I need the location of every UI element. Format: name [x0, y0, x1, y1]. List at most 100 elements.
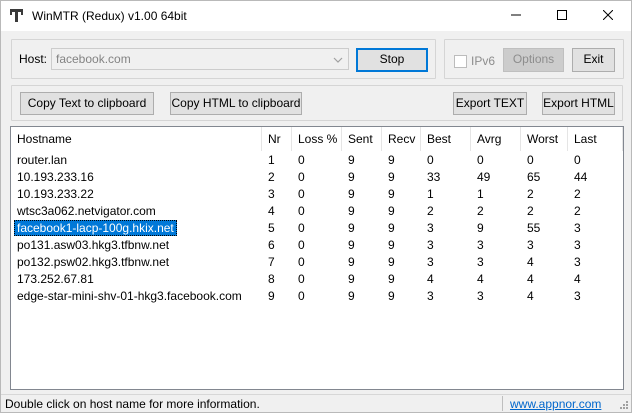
cell-hostname: wtsc3a062.netvigator.com: [17, 204, 156, 218]
cell-sent: 9: [348, 204, 355, 218]
cell-worst: 4: [527, 289, 534, 303]
table-row[interactable]: 173.252.67.81 8 0 9 9 4 4 4 4: [11, 271, 623, 288]
cell-hostname: 10.193.233.22: [17, 187, 94, 201]
cell-nr: 4: [268, 204, 275, 218]
cell-hostname: po131.asw03.hkg3.tfbnw.net: [17, 238, 170, 252]
column-header-sent[interactable]: Sent: [342, 127, 382, 151]
cell-best: 33: [427, 170, 441, 184]
host-value: facebook.com: [56, 52, 131, 66]
trace-results-listview[interactable]: Hostname Nr Loss % Sent Recv Best Avrg Worst Las…: [10, 126, 624, 390]
cell-loss: 0: [298, 289, 305, 303]
column-header-avrg[interactable]: Avrg: [471, 127, 521, 151]
cell-sent: 9: [348, 170, 355, 184]
cell-loss: 0: [298, 272, 305, 286]
cell-avrg: 1: [477, 187, 484, 201]
cell-hostname: 10.193.233.16: [17, 170, 94, 184]
cell-hostname: 173.252.67.81: [17, 272, 94, 286]
resize-grip-icon[interactable]: [617, 398, 629, 410]
cell-recv: 9: [388, 153, 395, 167]
table-row[interactable]: po132.psw02.hkg3.tfbnw.net 7 0 9 9 3 3 4 3: [11, 254, 623, 271]
cell-sent: 9: [348, 289, 355, 303]
cell-nr: 1: [268, 153, 275, 167]
column-header-recv[interactable]: Recv: [382, 127, 421, 151]
table-row[interactable]: router.lan 1 0 9 9 0 0 0 0: [11, 152, 623, 169]
cell-loss: 0: [298, 204, 305, 218]
maximize-button[interactable]: [539, 1, 585, 31]
winmtr-app-icon: [9, 8, 25, 24]
cell-last: 0: [574, 153, 581, 167]
exit-button[interactable]: Exit: [572, 48, 615, 72]
cell-last: 3: [574, 221, 581, 235]
ipv6-label: IPv6: [471, 54, 496, 68]
cell-recv: 9: [388, 204, 395, 218]
cell-last: 2: [574, 204, 581, 218]
column-header-worst[interactable]: Worst: [521, 127, 568, 151]
window-title: WinMTR (Redux) v1.00 64bit: [32, 9, 187, 23]
export-html-button[interactable]: Export HTML: [542, 92, 615, 115]
cell-recv: 9: [388, 289, 395, 303]
cell-hostname: po132.psw02.hkg3.tfbnw.net: [17, 255, 170, 269]
cell-best: 3: [427, 221, 434, 235]
minimize-button[interactable]: [493, 1, 539, 31]
maximize-icon: [557, 9, 567, 23]
cell-hostname: facebook1-lacp-100g.hkix.net: [17, 221, 174, 235]
stop-button[interactable]: Stop: [356, 48, 428, 72]
table-row[interactable]: wtsc3a062.netvigator.com 4 0 9 9 2 2 2 2: [11, 203, 623, 220]
column-header-last[interactable]: Last: [568, 127, 623, 151]
status-message: Double click on host name for more infor…: [5, 397, 260, 411]
table-row[interactable]: facebook1-lacp-100g.hkix.net 5 0 9 9 3 9 55 3: [11, 220, 623, 237]
cell-worst: 4: [527, 272, 534, 286]
website-link[interactable]: www.appnor.com: [510, 397, 601, 411]
cell-best: 3: [427, 289, 434, 303]
cell-best: 3: [427, 238, 434, 252]
cell-nr: 3: [268, 187, 275, 201]
copy-text-button[interactable]: Copy Text to clipboard: [20, 92, 154, 115]
status-separator: [502, 396, 503, 411]
cell-best: 1: [427, 187, 434, 201]
column-header-hostname[interactable]: Hostname: [11, 127, 262, 151]
table-row[interactable]: 10.193.233.16 2 0 9 9 33 49 65 44: [11, 169, 623, 186]
table-row[interactable]: edge-star-mini-shv-01-hkg3.facebook.com 9…: [11, 288, 623, 305]
cell-best: 2: [427, 204, 434, 218]
cell-recv: 9: [388, 272, 395, 286]
host-combobox[interactable]: facebook.com: [51, 48, 349, 70]
cell-best: 4: [427, 272, 434, 286]
cell-worst: 4: [527, 255, 534, 269]
cell-avrg: 9: [477, 221, 484, 235]
cell-last: 2: [574, 187, 581, 201]
host-label: Host:: [19, 52, 48, 66]
table-row[interactable]: 10.193.233.22 3 0 9 9 1 1 2 2: [11, 186, 623, 203]
cell-nr: 9: [268, 289, 275, 303]
cell-worst: 2: [527, 187, 534, 201]
cell-nr: 5: [268, 221, 275, 235]
cell-loss: 0: [298, 153, 305, 167]
export-text-button[interactable]: Export TEXT: [453, 92, 527, 115]
cell-worst: 0: [527, 153, 534, 167]
minimize-icon: [511, 9, 521, 23]
table-row[interactable]: po131.asw03.hkg3.tfbnw.net 6 0 9 9 3 3 3 3: [11, 237, 623, 254]
cell-avrg: 3: [477, 289, 484, 303]
cell-avrg: 3: [477, 255, 484, 269]
copy-html-button[interactable]: Copy HTML to clipboard: [170, 92, 302, 115]
title-bar[interactable]: WinMTR (Redux) v1.00 64bit: [1, 1, 631, 31]
options-button[interactable]: Options: [503, 48, 564, 72]
cell-last: 3: [574, 238, 581, 252]
cell-recv: 9: [388, 221, 395, 235]
cell-sent: 9: [348, 255, 355, 269]
column-header-loss[interactable]: Loss %: [292, 127, 342, 151]
close-button[interactable]: [585, 1, 631, 31]
chevron-down-icon[interactable]: [333, 54, 343, 64]
cell-nr: 2: [268, 170, 275, 184]
ipv6-checkbox[interactable]: [454, 55, 467, 68]
cell-avrg: 2: [477, 204, 484, 218]
cell-nr: 8: [268, 272, 275, 286]
column-header-nr[interactable]: Nr: [262, 127, 292, 151]
cell-last: 3: [574, 289, 581, 303]
cell-sent: 9: [348, 238, 355, 252]
cell-avrg: 49: [477, 170, 491, 184]
cell-sent: 9: [348, 221, 355, 235]
close-icon: [602, 9, 614, 23]
cell-worst: 65: [527, 170, 541, 184]
column-header-best[interactable]: Best: [421, 127, 471, 151]
cell-sent: 9: [348, 153, 355, 167]
